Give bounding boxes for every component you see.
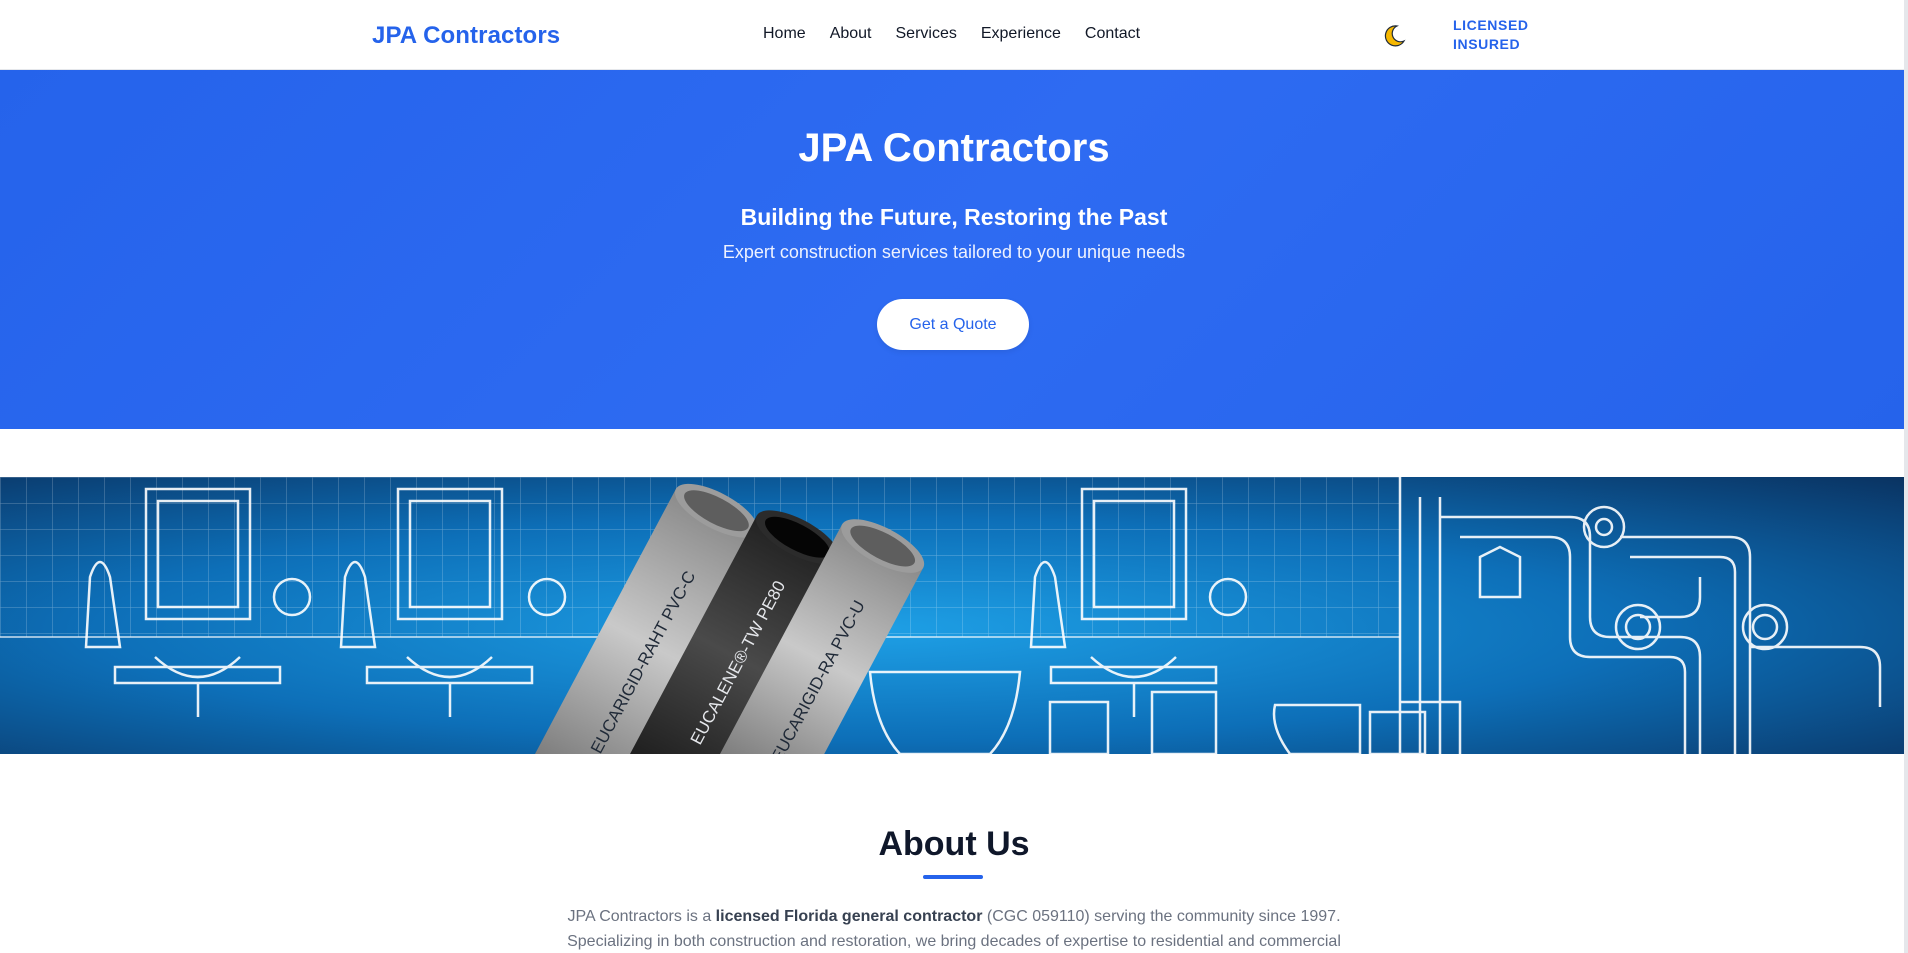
about-line-1: JPA Contractors is a licensed Florida ge…	[567, 908, 1341, 925]
about-title: About Us	[878, 825, 1030, 863]
top-navbar: JPA Contractors Home About Services Expe…	[0, 0, 1908, 70]
brand-logo-text[interactable]: JPA Contractors	[372, 22, 560, 50]
hero-section: JPA Contractors Building the Future, Res…	[0, 70, 1908, 429]
hero-subtitle: Building the Future, Restoring the Past	[740, 204, 1168, 230]
hero-title: JPA Contractors	[798, 126, 1110, 170]
nav-services[interactable]: Services	[896, 25, 957, 43]
about-title-underline	[923, 875, 983, 879]
page-scrollbar[interactable]	[1904, 0, 1908, 953]
main-nav: Home About Services Experience Contact	[763, 25, 1140, 43]
licensed-insured-badge: LICENSED INSURED	[1453, 16, 1529, 54]
get-quote-button[interactable]: Get a Quote	[877, 299, 1029, 350]
nav-experience[interactable]: Experience	[981, 25, 1061, 43]
hero-text: Expert construction services tailored to…	[722, 242, 1186, 262]
nav-about[interactable]: About	[830, 25, 872, 43]
plumbing-banner-image: EUCARIGID-RAHT PVC-C EUCALENE®-TW PE80 E…	[0, 477, 1908, 754]
about-line-2: Specializing in both construction and re…	[567, 933, 1341, 950]
nav-contact[interactable]: Contact	[1085, 25, 1140, 43]
badge-insured: INSURED	[1453, 36, 1521, 52]
nav-home[interactable]: Home	[763, 25, 806, 43]
about-paragraph: JPA Contractors is a licensed Florida ge…	[0, 904, 1908, 953]
badge-licensed: LICENSED	[1453, 17, 1529, 33]
moon-icon[interactable]	[1382, 24, 1406, 48]
